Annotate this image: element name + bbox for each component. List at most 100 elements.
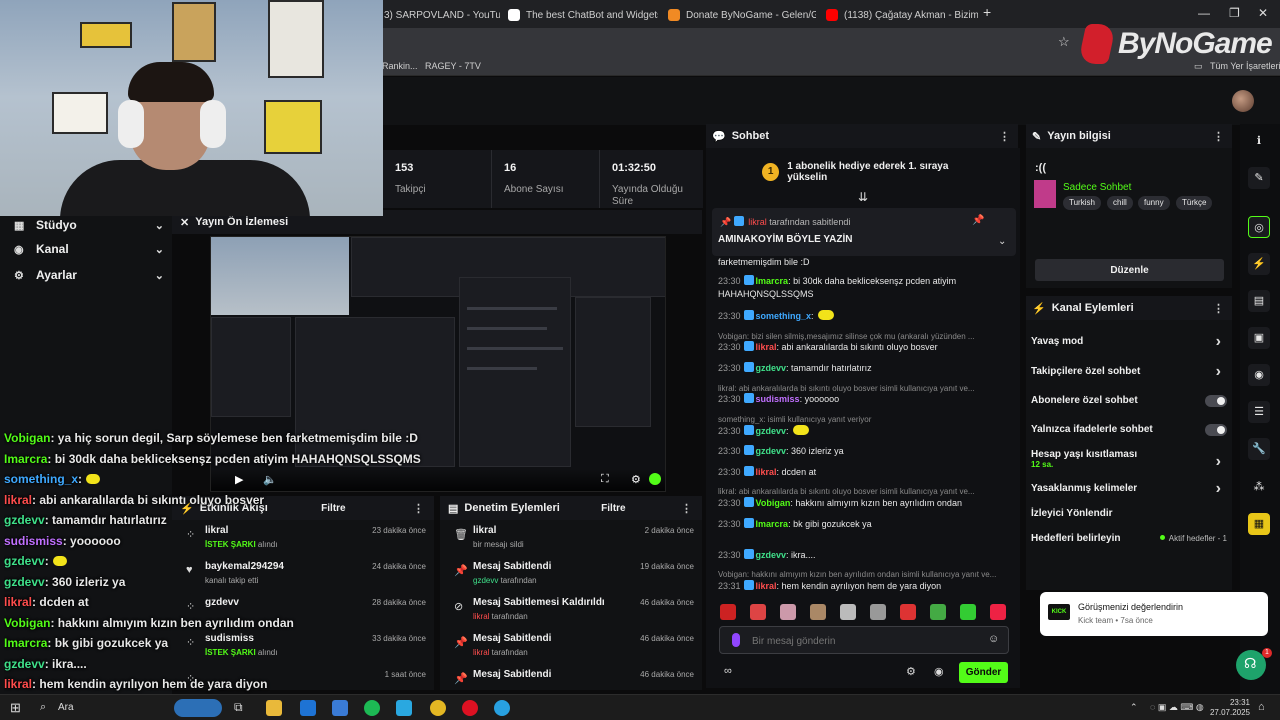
task-view-icon[interactable]: ⧉ xyxy=(234,700,250,716)
close-window-icon[interactable]: ✕ xyxy=(1258,6,1268,20)
outlook-icon[interactable] xyxy=(300,700,316,716)
category-name[interactable]: Sadece Sohbet xyxy=(1063,182,1131,193)
store-icon[interactable] xyxy=(332,700,348,716)
close-icon[interactable]: ✕ xyxy=(180,216,189,229)
chat-message[interactable]: 23:30 likral: abi ankaralılarda bi sıkınt… xyxy=(718,341,1014,354)
bolt-icon[interactable]: ⚡ xyxy=(1248,253,1270,275)
clock[interactable]: 23:31 27.07.2025 xyxy=(1210,698,1250,718)
chat-username[interactable]: something_x xyxy=(756,311,812,321)
chat-message[interactable]: 23:31 likral: hem kendin ayrılıyon hem de… xyxy=(718,580,1014,593)
chat-username[interactable]: gzdevv xyxy=(756,363,787,373)
chat-username[interactable]: gzdevv xyxy=(756,550,787,560)
chat-input[interactable] xyxy=(752,633,972,649)
camera-icon[interactable]: ◎ xyxy=(1248,216,1270,238)
gear-icon[interactable]: ⚙ xyxy=(906,665,916,678)
moderation-filter-button[interactable]: Filtre xyxy=(601,503,625,514)
chat-input-box[interactable]: ☺ xyxy=(719,626,1009,654)
chat-message[interactable]: 23:30 gzdevv: xyxy=(718,425,1014,438)
nodes-icon[interactable]: ⁂ xyxy=(1248,476,1270,498)
chat-username[interactable]: Vobigan xyxy=(756,498,791,508)
widget-icon[interactable] xyxy=(174,699,222,717)
clapper-icon[interactable]: ▦ xyxy=(1248,513,1270,535)
bookmark-item[interactable]: Rankin... xyxy=(382,61,418,71)
more-icon[interactable]: ⋮ xyxy=(1213,302,1224,315)
chat-username[interactable]: gzdevv xyxy=(756,446,787,456)
list-icon[interactable]: ☰ xyxy=(1248,401,1270,423)
moderation-item[interactable]: 📌 Mesaj Sabitlendi likral tarafından 46 dak… xyxy=(440,628,702,664)
more-icon[interactable]: ⋮ xyxy=(681,502,692,515)
emoji-icon[interactable]: ☺ xyxy=(988,633,999,645)
emote-icon[interactable] xyxy=(840,604,856,620)
emote-icon[interactable] xyxy=(990,604,1006,620)
more-icon[interactable]: ⋮ xyxy=(999,130,1010,143)
moderation-item[interactable]: 📌 Mesaj Sabitlendi gzdevv tarafından 19 dak… xyxy=(440,556,702,592)
emote-icon[interactable] xyxy=(930,604,946,620)
tab-youtube-sarpovland[interactable]: 3) SARPOVLAND - YouTub× xyxy=(376,4,500,26)
pinned-message[interactable]: 📌 likral tarafından sabitlendi AMINAKOYİ… xyxy=(712,208,1016,256)
emote-icon[interactable] xyxy=(720,604,736,620)
tab-donate-bynogame[interactable]: Donate ByNoGame - Gelen/Gid× xyxy=(660,4,816,26)
emote-icon[interactable] xyxy=(870,604,886,620)
chat-username[interactable]: likral xyxy=(756,467,777,477)
toggle-switch[interactable] xyxy=(1205,395,1227,407)
tray-chevron-icon[interactable]: ⌃ xyxy=(1130,702,1138,713)
microphone-icon[interactable] xyxy=(732,633,740,647)
chrome-icon[interactable] xyxy=(430,700,446,716)
chat-message[interactable]: 23:30 likral: dcden at xyxy=(718,466,1014,479)
app-icon[interactable] xyxy=(494,700,510,716)
star-bookmark-icon[interactable]: ☆ xyxy=(1058,34,1070,50)
tab-youtube-cagatay[interactable]: (1138) Çağatay Akman - Bizim× xyxy=(818,4,978,26)
edit-button[interactable]: Düzenle xyxy=(1035,259,1224,281)
new-tab-button[interactable]: + xyxy=(983,4,991,20)
emote-icon[interactable] xyxy=(960,604,976,620)
gear-icon[interactable]: ⚙ xyxy=(631,473,641,486)
sidebar-item-studio[interactable]: ▦ Stüdyo ⌄ xyxy=(14,216,164,234)
chat-message[interactable]: 23:30 sudismiss: yoooooo xyxy=(718,393,1014,406)
channel-action-item[interactable]: Hedefleri belirleyin Aktif hedefler - 1 xyxy=(1031,533,1227,544)
chat-message[interactable]: 23:30 Imarcra: bi 30dk daha bekliceksenşz… xyxy=(718,275,1014,301)
edit-icon[interactable]: ✎ xyxy=(1248,167,1270,189)
channel-action-item[interactable]: Yalnızca ifadelerle sohbet xyxy=(1031,424,1227,436)
chat-username[interactable]: likral xyxy=(756,581,777,591)
emote-icon[interactable] xyxy=(750,604,766,620)
sidebar-item-channel[interactable]: ◉ Kanal ⌄ xyxy=(14,240,164,258)
channel-action-item[interactable]: İzleyici Yönlendir xyxy=(1031,508,1227,519)
chat-message[interactable]: 23:30 Vobigan: hakkını almıyım kızın ben … xyxy=(718,497,1014,510)
taskbar-search[interactable]: Ara xyxy=(34,698,174,718)
moderation-item[interactable]: ⊘ Mesaj Sabitlemesi Kaldırıldı likral tara… xyxy=(440,592,702,628)
emote-icon[interactable] xyxy=(780,604,796,620)
broadcast-icon[interactable]: ◉ xyxy=(1248,364,1270,386)
chat-message[interactable]: 23:30 gzdevv: 360 izleriz ya xyxy=(718,445,1014,458)
chat-message[interactable]: 23:30 gzdevv: tamamdır hatırlatırız xyxy=(718,362,1014,375)
moderation-item[interactable]: 📌 Mesaj Sabitlendi 46 dakika önce xyxy=(440,664,702,690)
channel-action-item[interactable]: Hesap yaşı kısıtlaması 12 sa. › xyxy=(1031,449,1227,470)
chat-username[interactable]: Imarcra xyxy=(756,276,789,286)
channel-action-item[interactable]: Abonelere özel sohbet xyxy=(1031,395,1227,407)
fullscreen-icon[interactable]: ⛶ xyxy=(601,473,609,486)
chat-message[interactable]: 23:30 gzdevv: ikra.... xyxy=(718,549,1014,562)
chevron-down-icon[interactable]: ⌄ xyxy=(998,236,1006,247)
send-button[interactable]: Gönder xyxy=(959,662,1008,683)
emote-icon[interactable] xyxy=(810,604,826,620)
chat-bubble-icon[interactable]: ▣ xyxy=(1248,327,1270,349)
spotify-icon[interactable] xyxy=(364,700,380,716)
windows-start-icon[interactable]: ⊞ xyxy=(10,700,21,716)
minimize-icon[interactable]: — xyxy=(1198,6,1210,20)
sidebar-item-settings[interactable]: ⚙ Ayarlar ⌄ xyxy=(14,266,164,284)
emote-picker-icon[interactable]: ◉ xyxy=(934,665,944,678)
toggle-switch[interactable] xyxy=(1205,424,1227,436)
review-toast[interactable]: KICK Görüşmenizi değerlendirin Kick team… xyxy=(1040,592,1268,636)
pin-icon[interactable]: 📌 xyxy=(972,215,984,226)
gift-sub-prompt[interactable]: 1 1 abonelik hediye ederek 1. sıraya yük… xyxy=(762,160,982,184)
chat-username[interactable]: gzdevv xyxy=(756,426,787,436)
expand-icon[interactable]: ⇊ xyxy=(858,190,868,204)
info-icon[interactable]: ℹ xyxy=(1248,130,1270,152)
channel-action-item[interactable]: Yasaklanmış kelimeler › xyxy=(1031,480,1227,497)
chat-message[interactable]: 23:30 Imarcra: bk gibi gozukcek ya xyxy=(718,518,1014,531)
document-icon[interactable]: ▤ xyxy=(1248,290,1270,312)
more-icon[interactable]: ⋮ xyxy=(1213,130,1224,143)
chat-username[interactable]: likral xyxy=(756,342,777,352)
chat-message[interactable]: 23:30 something_x: xyxy=(718,310,1014,323)
emote-icon[interactable] xyxy=(900,604,916,620)
kick-points-icon[interactable]: ∞ xyxy=(724,665,732,677)
